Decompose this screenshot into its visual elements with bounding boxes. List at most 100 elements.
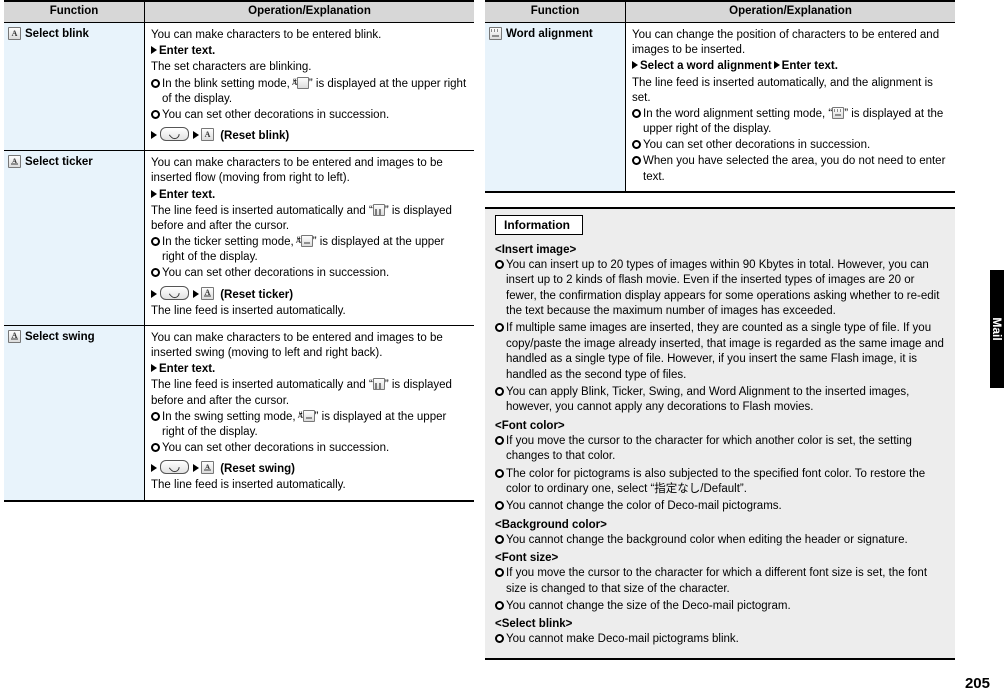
information-item: You can apply Blink, Ticker, Swing, and … — [495, 385, 945, 416]
information-item: You can insert up to 20 types of images … — [495, 258, 945, 320]
column-header-operation: Operation/Explanation — [144, 0, 474, 23]
row-function-cell: A Select blink — [4, 22, 145, 152]
step: Enter text. — [151, 188, 468, 203]
bullet-icon — [151, 411, 160, 421]
bullet-item: You can set other decorations in success… — [151, 266, 468, 281]
information-heading: <Font size> — [495, 552, 559, 565]
step-arrow-icon — [193, 464, 199, 473]
information-heading: <Select blink> — [495, 618, 573, 631]
bullet-icon — [495, 568, 504, 578]
function-table-right: Function Operation/Explanation Word alig… — [485, 0, 955, 193]
step: Enter text. — [151, 362, 468, 377]
reset-step: A (Reset blink) — [151, 127, 468, 144]
step-arrow-icon — [151, 131, 157, 140]
row-operation-cell: You can make characters to be entered an… — [144, 150, 474, 326]
step: Select a word alignment Enter text. — [632, 59, 949, 74]
table-header-row: Function Operation/Explanation — [485, 0, 955, 23]
row-operation-cell: You can make characters to be entered an… — [144, 325, 474, 502]
description: The set characters are blinking. — [151, 61, 312, 74]
information-heading: <Background color> — [495, 518, 607, 531]
bullet-icon — [632, 156, 641, 166]
manual-page: Function Operation/Explanation A Select … — [0, 0, 1004, 698]
bullet-icon — [495, 534, 504, 544]
right-column: Function Operation/Explanation Word alig… — [485, 0, 955, 660]
function-name: Select ticker — [25, 156, 93, 169]
blink-icon: A — [292, 76, 309, 89]
bullet-item: In the ticker setting mode, “A” is displ… — [151, 235, 468, 265]
word-alignment-icon — [489, 27, 502, 40]
function-name: Select swing — [25, 330, 95, 343]
word-alignment-icon — [832, 106, 845, 119]
bullet-item: In the swing setting mode, “A” is displa… — [151, 409, 468, 440]
swing-mark-icon — [372, 378, 385, 391]
information-box: Information <Insert image> You can inser… — [485, 206, 955, 660]
bullet-icon — [495, 386, 504, 396]
description: The line feed is inserted automatically. — [151, 304, 346, 317]
column-header-operation: Operation/Explanation — [625, 0, 955, 23]
row-function-cell: A Select swing — [4, 325, 145, 502]
bullet-icon — [495, 501, 504, 511]
swing-icon: A — [201, 461, 214, 475]
bullet-item: You can set other decorations in success… — [151, 441, 468, 456]
information-item: If you move the cursor to the character … — [495, 434, 945, 465]
row-function-cell: Word alignment — [485, 22, 626, 193]
reset-step: A (Reset ticker) — [151, 285, 468, 303]
information-heading: <Insert image> — [495, 243, 577, 256]
description: The line feed is inserted automatically … — [151, 378, 452, 407]
table-header-row: Function Operation/Explanation — [4, 0, 474, 23]
bullet-icon — [495, 259, 504, 269]
ticker-icon: A — [8, 155, 21, 169]
bullet-icon — [151, 237, 160, 247]
function-name: Word alignment — [506, 28, 593, 40]
reset-step: A (Reset swing) — [151, 460, 468, 477]
information-item: You cannot change the size of the Deco-m… — [495, 599, 945, 614]
call-end-key-icon — [160, 285, 189, 300]
page-number: 205 — [964, 675, 990, 692]
ticker-icon: A — [201, 286, 214, 300]
function-name: Select blink — [25, 28, 89, 40]
table-row: A Select swing You can make characters t… — [4, 325, 474, 502]
step-arrow-icon — [632, 61, 638, 70]
bullet-item: You can set other decorations in success… — [151, 108, 468, 123]
description: The line feed is inserted automatically … — [151, 203, 452, 232]
bullet-icon — [495, 435, 504, 445]
description: The line feed is inserted automatically. — [151, 479, 346, 492]
blink-icon: A — [8, 27, 21, 40]
call-end-key-icon — [160, 127, 189, 142]
step-arrow-icon — [151, 464, 157, 473]
row-operation-cell: You can change the position of character… — [625, 22, 955, 193]
bullet-icon — [151, 109, 160, 119]
function-table-left: Function Operation/Explanation A Select … — [4, 0, 474, 502]
description: You can make characters to be entered bl… — [151, 29, 382, 41]
bullet-icon — [495, 601, 504, 611]
bullet-icon — [151, 78, 160, 88]
swing-icon: A — [8, 329, 21, 343]
bullet-item: In the word alignment setting mode, “” i… — [632, 106, 949, 137]
left-column: Function Operation/Explanation A Select … — [4, 0, 474, 502]
description: The line feed is inserted automatically,… — [632, 76, 933, 104]
row-operation-cell: You can make characters to be entered bl… — [144, 22, 474, 152]
ticker-icon: A — [296, 235, 313, 248]
bullet-icon — [151, 443, 160, 453]
step-arrow-icon — [193, 289, 199, 298]
step-arrow-icon — [193, 131, 199, 140]
bullet-icon — [632, 108, 641, 118]
description: You can make characters to be entered an… — [151, 331, 443, 360]
bullet-item: You can set other decorations in success… — [632, 138, 949, 153]
bullet-icon — [151, 268, 160, 278]
side-tab-label: Mail — [990, 317, 1004, 341]
bullet-icon — [495, 634, 504, 644]
ticker-mark-icon — [372, 203, 385, 216]
step-arrow-icon — [151, 46, 157, 55]
information-item: If multiple same images are inserted, th… — [495, 321, 945, 383]
step: Enter text. — [151, 44, 468, 59]
table-row: A Select ticker You can make characters … — [4, 150, 474, 326]
information-title: Information — [495, 214, 583, 235]
table-row: A Select blink You can make characters t… — [4, 22, 474, 152]
step-arrow-icon — [151, 189, 157, 198]
row-function-cell: A Select ticker — [4, 150, 145, 326]
step-arrow-icon — [151, 364, 157, 373]
blink-icon: A — [201, 128, 214, 142]
column-header-function: Function — [485, 0, 626, 23]
bullet-icon — [632, 140, 641, 150]
